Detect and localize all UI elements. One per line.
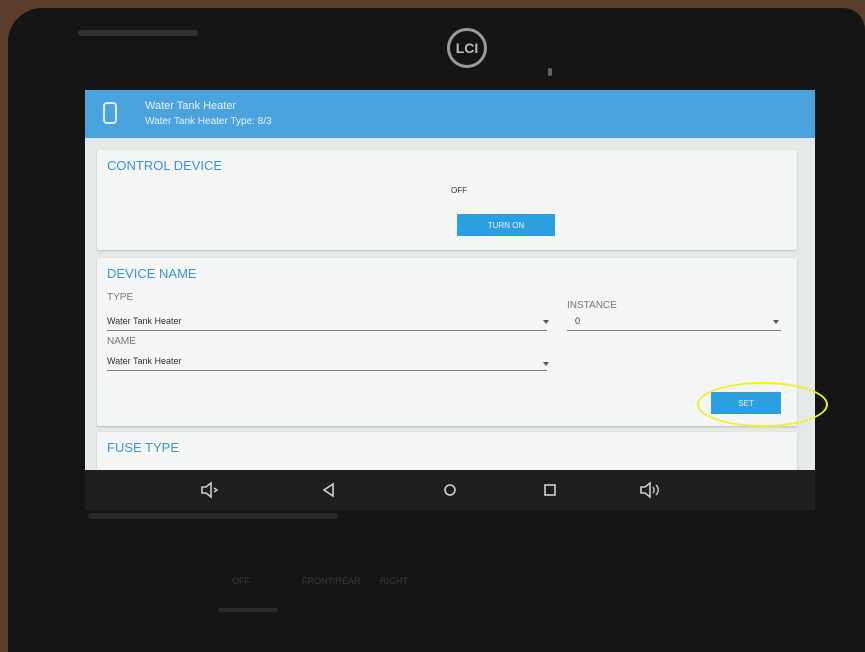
app-titlebar: Water Tank Heater Water Tank Heater Type… xyxy=(85,90,815,138)
android-navbar xyxy=(85,470,815,510)
volume-down-icon[interactable] xyxy=(198,478,222,502)
control-device-card: CONTROL DEVICE OFF TURN ON xyxy=(97,150,797,250)
turn-on-button[interactable]: TURN ON xyxy=(457,214,555,236)
back-icon[interactable] xyxy=(317,478,341,502)
bezel-highlight xyxy=(78,30,198,36)
app-title: Water Tank Heater xyxy=(145,100,237,112)
bezel-label-off: OFF xyxy=(232,576,250,586)
bezel-label-right: RIGHT xyxy=(380,576,408,586)
water-tank-icon xyxy=(103,102,117,124)
camera-icon xyxy=(548,68,552,76)
app-subtitle: Water Tank Heater Type: 8/3 xyxy=(145,116,272,127)
type-label: TYPE xyxy=(107,292,134,303)
name-underline xyxy=(107,370,547,371)
instance-underline xyxy=(567,330,781,331)
chevron-down-icon xyxy=(773,320,779,324)
device-name-card: DEVICE NAME TYPE Water Tank Heater INSTA… xyxy=(97,258,797,426)
name-label: NAME xyxy=(107,336,136,347)
lci-logo: LCI xyxy=(447,28,487,68)
recents-icon[interactable] xyxy=(538,478,562,502)
control-device-title: CONTROL DEVICE xyxy=(107,158,223,173)
volume-up-icon[interactable] xyxy=(638,478,662,502)
fuse-type-title: FUSE TYPE xyxy=(107,440,180,455)
type-value: Water Tank Heater xyxy=(107,316,182,326)
bezel-strip xyxy=(88,513,338,519)
chevron-down-icon xyxy=(543,362,549,366)
hardware-button[interactable] xyxy=(218,608,278,612)
home-icon[interactable] xyxy=(438,478,462,502)
fuse-type-card: FUSE TYPE xyxy=(97,432,797,470)
highlight-annotation xyxy=(697,382,828,427)
device-name-title: DEVICE NAME xyxy=(107,266,197,281)
instance-label: INSTANCE xyxy=(567,300,617,311)
type-underline xyxy=(107,330,547,331)
device-state-text: OFF xyxy=(451,186,467,195)
name-value: Water Tank Heater xyxy=(107,356,182,366)
chevron-down-icon xyxy=(543,320,549,324)
instance-value: 0 xyxy=(575,316,581,326)
bezel-label-front-rear: FRONT/REAR xyxy=(302,576,361,586)
